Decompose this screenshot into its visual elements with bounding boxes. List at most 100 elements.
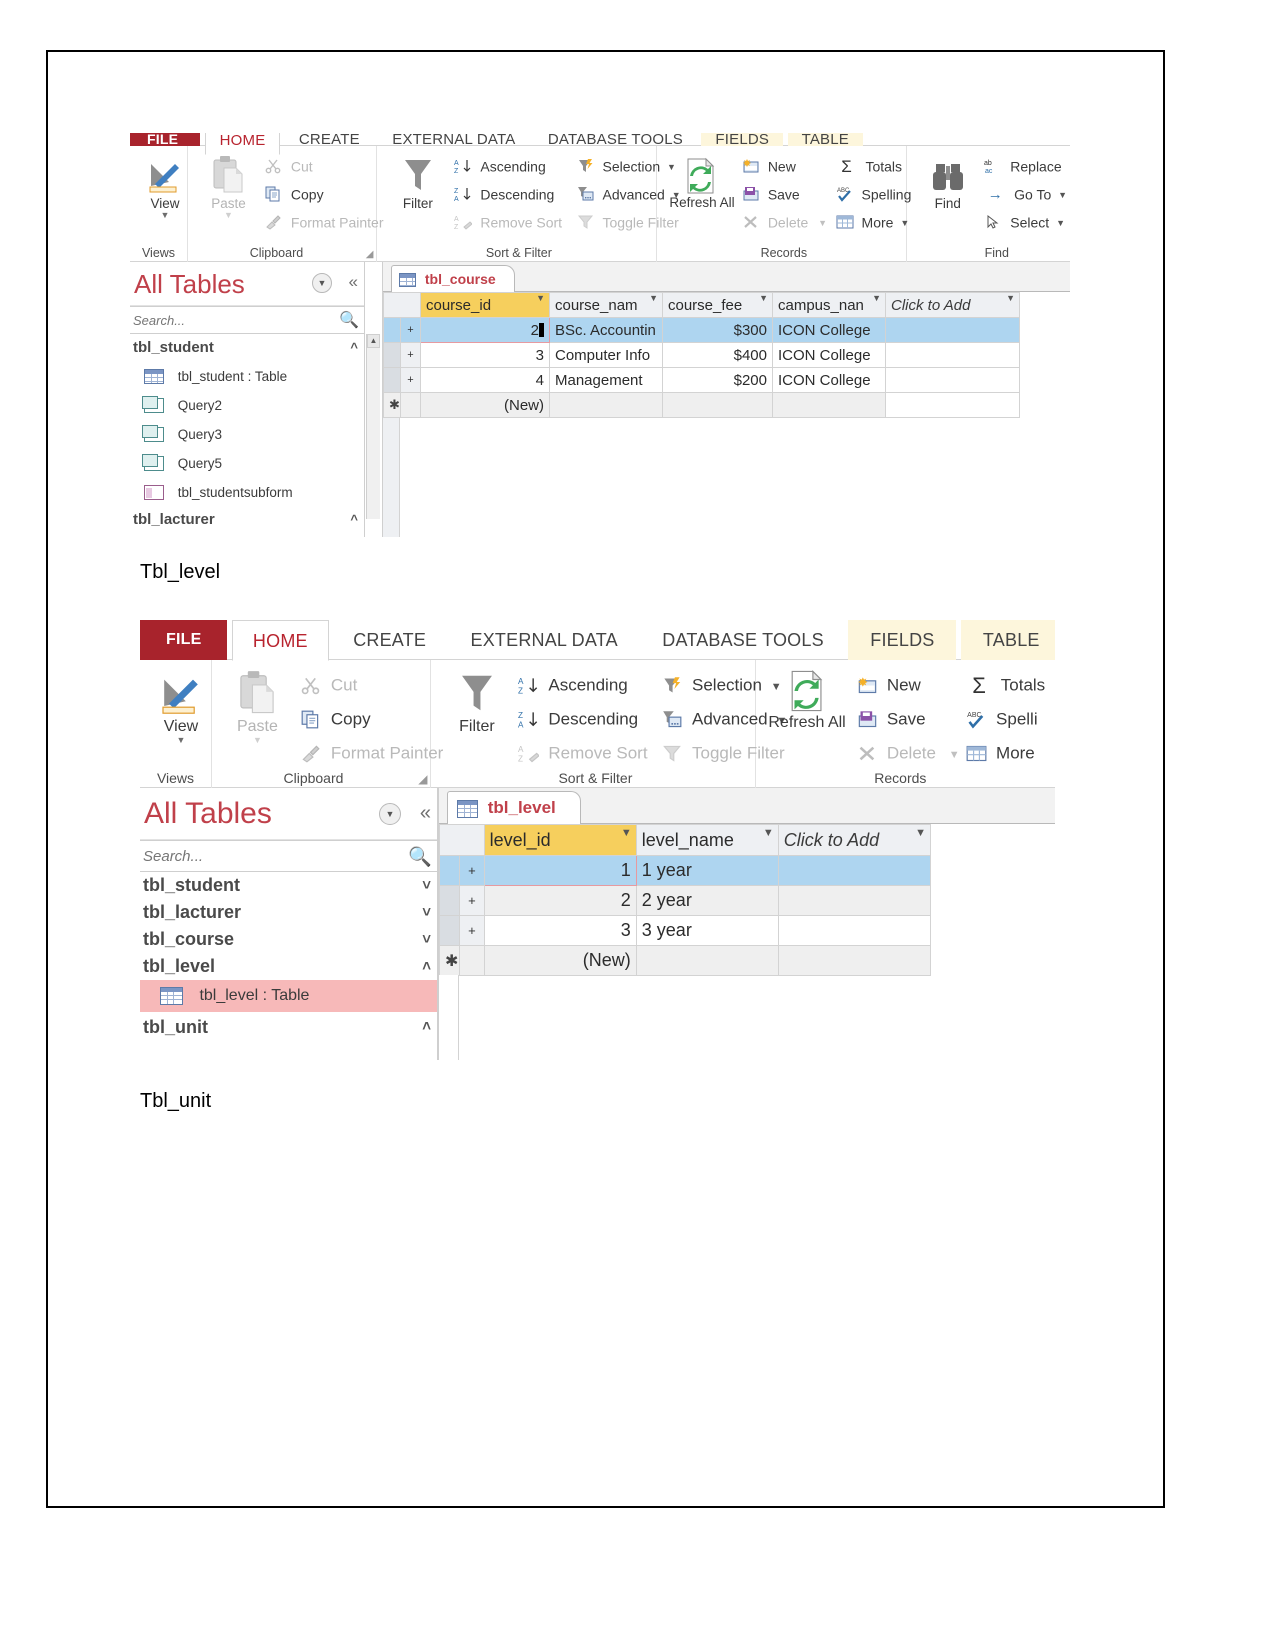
cell-course-fee[interactable]: $300 [662,317,773,343]
nav-group-tbl-lacturer[interactable]: tbl_lacturer ˅ [140,899,437,926]
refresh-all-button[interactable]: Refresh All [669,146,735,210]
cell-new-campus-nan[interactable] [772,392,886,418]
spelling-button[interactable]: ABC Spelli [966,702,1045,736]
new-record-asterisk-icon[interactable]: ✱ [383,392,401,418]
nav-vertical-scrollbar[interactable]: ▲ [366,334,380,519]
view-button[interactable]: View ▼ [138,146,192,220]
new-record-button[interactable]: New [857,668,960,702]
select-all-corner[interactable] [439,824,485,856]
nav-object-query3[interactable]: Query3 [130,419,364,448]
chevron-down-icon[interactable]: ▼ [763,827,774,839]
goto-caret-icon[interactable]: ▼ [1058,190,1067,200]
search-input[interactable] [140,841,396,871]
new-record-row[interactable]: ✱ (New) [383,392,1020,418]
expand-row-icon[interactable]: + [400,342,421,368]
format-painter-button[interactable]: Format Painter [301,736,443,770]
column-header-course-fee[interactable]: course_fee ▼ [662,292,773,318]
save-record-button[interactable]: Save [742,179,827,207]
nav-group-tbl-course[interactable]: tbl_course ˅ [140,926,437,953]
chevron-down-icon[interactable]: ▼ [915,827,926,839]
ascending-button[interactable]: AZ Ascending [518,668,647,702]
delete-caret-icon[interactable]: ▼ [818,218,827,228]
expand-row-icon[interactable]: + [459,915,485,946]
table-row[interactable]: + 3 Computer Info $400 ICON College [383,342,1020,368]
spelling-button[interactable]: ABC Spelling [836,179,912,207]
tab-fields[interactable]: FIELDS [848,620,957,660]
nav-collapse-icon[interactable]: « [349,272,358,292]
chevron-up-icon[interactable]: ˄ [422,1012,431,1042]
more-caret-icon[interactable]: ▼ [900,218,909,228]
cell-level-id[interactable]: 1 [483,855,637,886]
descending-button[interactable]: ZA Descending [518,702,647,736]
search-input[interactable] [130,307,332,333]
expand-row-icon[interactable]: + [459,885,485,916]
expand-row-icon[interactable]: + [400,367,421,393]
column-header-course-id[interactable]: course_id ▼ [420,292,550,318]
cell-new-level-name[interactable] [635,945,779,976]
cell-new-course-nam[interactable] [549,392,663,418]
column-header-level-name[interactable]: level_name ▼ [635,824,779,856]
filter-button[interactable]: Filter [444,660,510,736]
cell-campus-nan[interactable]: ICON College [772,317,886,343]
row-selector[interactable] [383,367,401,393]
row-selector[interactable] [438,855,461,886]
nav-dropdown-icon[interactable]: ▼ [312,273,332,293]
remove-sort-button[interactable]: AZ Remove Sort [518,736,647,770]
nav-object-query5[interactable]: Query5 [130,448,364,477]
document-tab-tbl-course[interactable]: tbl_course [391,265,515,292]
table-row[interactable]: + 2 BSc. Accountin $300 ICON College [383,317,1020,343]
document-tab-tbl-level[interactable]: tbl_level [447,791,581,824]
nav-object-tbl-level-table[interactable]: tbl_level : Table [140,980,437,1012]
tab-home[interactable]: HOME [231,620,329,661]
expand-row-icon[interactable]: + [400,317,421,343]
cell-course-fee[interactable]: $400 [662,342,773,368]
replace-button[interactable]: ab ac Replace [984,151,1067,179]
nav-collapse-icon[interactable]: « [420,802,431,825]
select-button[interactable]: Select ▼ [984,207,1067,235]
format-painter-button[interactable]: Format Painter [265,207,384,235]
nav-group-tbl-level[interactable]: tbl_level ˄ [140,953,437,980]
column-header-level-id[interactable]: level_id ▼ [483,824,637,856]
nav-object-query2[interactable]: Query2 [130,390,364,419]
remove-sort-button[interactable]: AZ Remove Sort [454,207,562,235]
chevron-down-icon[interactable]: ▼ [1006,294,1015,304]
cell-course-fee[interactable]: $200 [662,367,773,393]
cell-level-id[interactable]: 2 [483,885,637,916]
view-caret-icon[interactable]: ▼ [148,736,214,745]
filter-button[interactable]: Filter [390,146,446,211]
nav-group-tbl-lacturer[interactable]: tbl_lacturer ^ [130,506,364,533]
cell-new-label[interactable]: (New) [483,945,637,976]
chevron-down-icon[interactable]: ▼ [872,294,881,304]
expand-row-icon[interactable]: + [459,855,485,886]
tab-external-data[interactable]: EXTERNAL DATA [451,620,638,660]
new-record-row[interactable]: ✱ (New) [438,945,932,976]
cell-course-nam[interactable]: BSc. Accountin [549,317,663,343]
scroll-up-arrow-icon[interactable]: ▲ [367,334,380,348]
cell-level-name[interactable]: 1 year [635,855,779,886]
chevron-down-icon[interactable]: ▼ [621,827,632,839]
cell-course-id[interactable]: 3 [420,342,550,368]
delete-record-button[interactable]: Delete ▼ [857,736,960,770]
paste-caret-icon[interactable]: ▼ [200,211,256,220]
select-all-corner[interactable] [383,292,421,318]
row-selector[interactable] [383,317,401,343]
nav-group-tbl-student[interactable]: tbl_student ˅ [140,872,437,899]
delete-record-button[interactable]: Delete ▼ [742,207,827,235]
cell-level-name[interactable]: 3 year [635,915,779,946]
cell-new-course-fee[interactable] [662,392,773,418]
view-caret-icon[interactable]: ▼ [138,211,192,220]
view-button[interactable]: View ▼ [148,660,214,745]
cell-course-nam[interactable]: Computer Info [549,342,663,368]
paste-button[interactable]: Paste ▼ [224,660,290,745]
refresh-all-button[interactable]: Refresh All [768,660,846,732]
find-button[interactable]: Find [920,146,976,211]
nav-object-tbl-student-table[interactable]: tbl_student : Table [130,361,364,390]
nav-object-tbl-studentsubform[interactable]: tbl_studentsubform [130,477,364,506]
cell-add[interactable] [885,367,1020,393]
nav-group-tbl-student[interactable]: tbl_student ^ [130,334,364,361]
copy-button[interactable]: Copy [301,702,443,736]
chevron-up-icon[interactable]: ^ [350,334,358,361]
paste-caret-icon[interactable]: ▼ [224,736,290,745]
cell-new-add[interactable] [885,392,1020,418]
totals-button[interactable]: Σ Totals [836,151,912,179]
